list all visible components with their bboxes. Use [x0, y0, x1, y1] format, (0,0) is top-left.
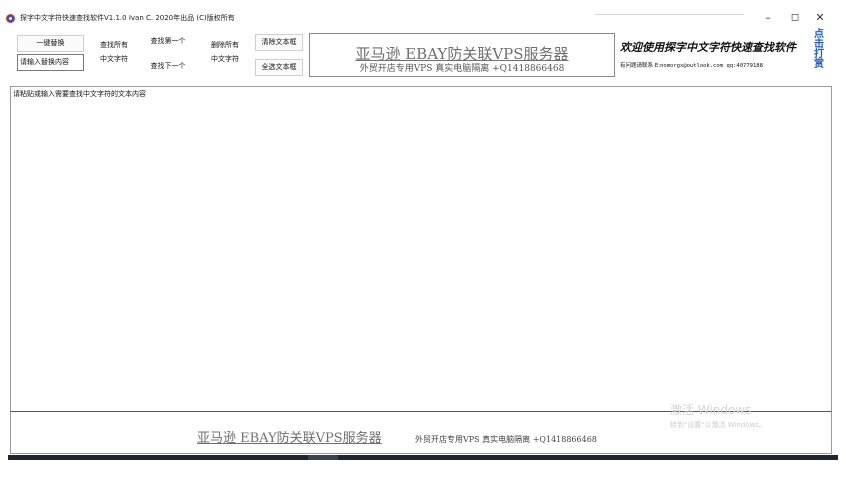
- contact-email: nomorgx@outlook.com: [660, 63, 723, 69]
- footer-banner[interactable]: 亚马逊 EBAY防关联VPS服务器 外贸开店专用VPS 真实电脑隔离 +Q141…: [10, 411, 832, 454]
- footer-banner-subtitle: 外贸开店专用VPS 真实电脑隔离 +Q1418866468: [415, 435, 597, 444]
- ad-banner[interactable]: 亚马逊 EBAY防关联VPS服务器 外贸开店专用VPS 真实电脑隔离 +Q141…: [309, 33, 615, 77]
- donate-link[interactable]: 点击打赏: [812, 30, 826, 70]
- ad-banner-title: 亚马逊 EBAY防关联VPS服务器: [355, 45, 569, 63]
- contact-info: 有问题请联系 E:nomorgx@outlook.com qq:40779188: [620, 62, 763, 70]
- clear-text-button[interactable]: 清除文本框: [255, 34, 303, 51]
- minimize-button[interactable]: –: [758, 10, 778, 26]
- editor-placeholder: 请粘贴或输入需要查找中文字符的文本内容: [13, 90, 146, 98]
- taskbar-highlight: [308, 455, 338, 460]
- welcome-text: 欢迎使用探字中文字符快速查找软件: [620, 41, 796, 54]
- title-bar-search-area: [594, 10, 744, 15]
- text-editor[interactable]: 请粘贴或输入需要查找中文字符的文本内容: [10, 86, 832, 412]
- find-next-button[interactable]: 查找下一个: [143, 61, 193, 73]
- window-title: 探字中文字符快速查找软件V1.1.0 Ivan C. 2020年出品 (C)版权…: [20, 14, 235, 22]
- ad-banner-subtitle: 外贸开店专用VPS 真实电脑隔离 +Q1418866468: [359, 64, 565, 74]
- replace-input[interactable]: 请输入替换内容: [17, 54, 84, 71]
- activation-watermark-title: 激活 Windows: [670, 403, 752, 417]
- select-all-text-button[interactable]: 全选文本框: [255, 59, 303, 76]
- contact-qq: qq:40779188: [726, 63, 763, 69]
- footer-banner-title: 亚马逊 EBAY防关联VPS服务器: [197, 431, 382, 446]
- find-first-button[interactable]: 查找第一个: [143, 36, 193, 48]
- activation-watermark-hint: 转到"设置"以激活 Windows。: [670, 421, 766, 429]
- close-button[interactable]: ✕: [810, 10, 830, 26]
- replace-all-button[interactable]: 一键替换: [17, 35, 84, 52]
- contact-label: 有问题请联系 E:: [620, 63, 661, 69]
- find-all-chinese-button-line1[interactable]: 查找所有: [93, 40, 135, 52]
- find-all-chinese-button-line2[interactable]: 中文字符: [93, 54, 135, 66]
- delete-all-chinese-button-line1[interactable]: 删除所有: [204, 40, 246, 52]
- maximize-button[interactable]: ◻: [785, 10, 805, 26]
- taskbar: [8, 455, 838, 460]
- title-bar: 探字中文字符快速查找软件V1.1.0 Ivan C. 2020年出品 (C)版权…: [0, 0, 846, 30]
- app-icon: [6, 14, 15, 23]
- delete-all-chinese-button-line2[interactable]: 中文字符: [204, 54, 246, 66]
